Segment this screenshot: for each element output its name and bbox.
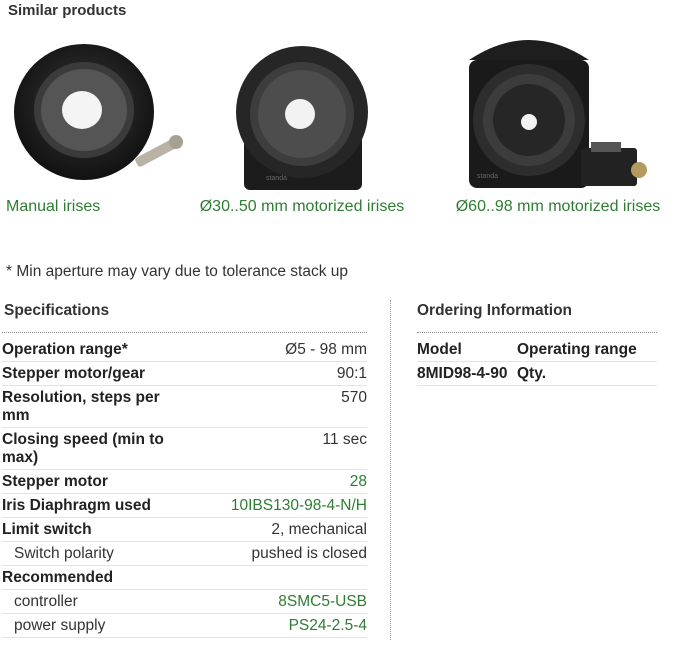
stepper-motor-link[interactable]: 28 [350, 473, 367, 490]
spec-key: Switch polarity [2, 541, 182, 566]
product-manual-irises[interactable]: Manual irises [6, 30, 196, 216]
svg-text:standa: standa [477, 173, 498, 180]
spec-value: 11 sec [182, 427, 367, 470]
manual-irises-link[interactable]: Manual irises [6, 198, 196, 216]
spec-key: Iris Diaphragm used [2, 493, 182, 518]
spec-key: Resolution, steps per mm [2, 385, 182, 428]
product-motorized-60-98[interactable]: standa Ø60..98 mm motorized irises [452, 30, 664, 216]
spec-row: Operation range* Ø5 - 98 mm [2, 338, 367, 362]
spec-value: 2, mechanical [182, 517, 367, 542]
controller-link[interactable]: 8SMC5-USB [278, 593, 367, 610]
qty-cell: Qty. [517, 361, 657, 386]
product-motorized-30-50[interactable]: standa Ø30..50 mm motorized irises [198, 30, 406, 216]
spec-row: controller 8SMC5-USB [2, 589, 367, 614]
spec-row: Stepper motor 28 [2, 469, 367, 494]
motorized-iris-30-50-image[interactable]: standa [222, 30, 382, 192]
ordering-table: Model Operating range 8MID98-4-90 Qty. [417, 338, 657, 386]
spec-value: pushed is closed [182, 541, 367, 566]
spec-row: Recommended [2, 565, 367, 590]
spec-key: Recommended [2, 565, 182, 590]
spec-row: Limit switch 2, mechanical [2, 517, 367, 542]
spec-key: Limit switch [2, 517, 182, 542]
ordering-divider [417, 332, 657, 333]
ordering-heading: Ordering Information [417, 302, 572, 319]
spec-row: Stepper motor/gear 90:1 [2, 361, 367, 386]
motorized-iris-60-98-image[interactable]: standa [463, 30, 653, 192]
svg-text:standa: standa [266, 175, 287, 182]
spec-value: 90:1 [182, 361, 367, 386]
spec-key: Stepper motor [2, 469, 182, 494]
operating-range-column-header: Operating range [517, 338, 657, 362]
ordering-header-row: Model Operating range [417, 338, 657, 362]
spec-divider [2, 332, 367, 333]
spec-key: controller [2, 589, 182, 614]
spec-key: power supply [2, 613, 182, 638]
specifications-table: Operation range* Ø5 - 98 mm Stepper moto… [2, 338, 367, 638]
iris-diaphragm-link[interactable]: 10IBS130-98-4-N/H [231, 497, 367, 514]
spec-key: Stepper motor/gear [2, 361, 182, 386]
tolerance-note: * Min aperture may vary due to tolerance… [6, 263, 349, 280]
spec-value: Ø5 - 98 mm [182, 338, 367, 362]
ordering-row: 8MID98-4-90 Qty. [417, 361, 657, 386]
similar-products-title: Similar products [8, 2, 127, 19]
spec-row: Closing speed (min to max) 11 sec [2, 427, 367, 470]
spec-row: Resolution, steps per mm 570 [2, 385, 367, 428]
column-divider [390, 300, 391, 640]
spec-value [182, 565, 367, 590]
manual-iris-image[interactable] [6, 30, 196, 192]
model-column-header: Model [417, 338, 517, 362]
spec-key: Closing speed (min to max) [2, 427, 182, 470]
specifications-heading: Specifications [4, 302, 110, 319]
motorized-irises-60-98-link[interactable]: Ø60..98 mm motorized irises [452, 198, 664, 216]
spec-row: Iris Diaphragm used 10IBS130-98-4-N/H [2, 493, 367, 518]
spec-row: Switch polarity pushed is closed [2, 541, 367, 566]
power-supply-link[interactable]: PS24-2.5-4 [289, 617, 367, 634]
model-cell: 8MID98-4-90 [417, 361, 517, 386]
spec-value: 570 [182, 385, 367, 428]
motorized-irises-30-50-link[interactable]: Ø30..50 mm motorized irises [198, 198, 406, 216]
spec-row: power supply PS24-2.5-4 [2, 613, 367, 638]
spec-key: Operation range* [2, 338, 182, 362]
